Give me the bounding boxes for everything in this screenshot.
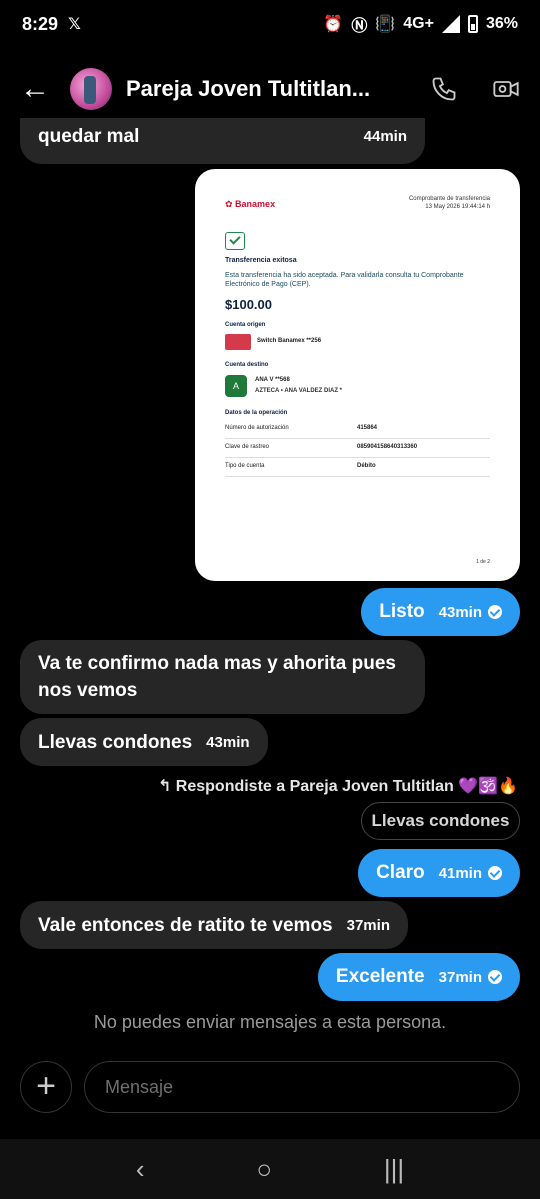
status-time: 8:29 (22, 13, 59, 34)
message-time: 37min (438, 968, 482, 986)
cannot-message-notice: No puedes enviar mensajes a esta persona… (93, 1012, 447, 1032)
transfer-receipt-image[interactable]: ✿ Banamex Comprobante de transferencia 1… (195, 169, 520, 581)
avatar[interactable] (70, 68, 112, 110)
receipt-header: Comprobante de transferencia 13 May 2026… (408, 196, 490, 210)
message-text: Claro (376, 862, 425, 883)
message-text: Va te confirmo nada mas y ahorita pues n… (38, 653, 396, 701)
receipt-amount: $100.00 (225, 297, 272, 312)
nav-back-icon[interactable]: ‹ (136, 1154, 145, 1185)
nfc-icon: Ⓝ (351, 18, 368, 35)
message-time: 44min (363, 127, 407, 145)
video-icon[interactable] (492, 75, 520, 103)
dest-name: ANA V **568 (255, 377, 290, 383)
message-composer: + (20, 1061, 520, 1113)
vibrate-icon: 📳 (375, 16, 396, 33)
contact-name[interactable]: Pareja Joven Tultitlan... (126, 76, 396, 102)
message-time: 43min (206, 733, 250, 751)
dest-label: Cuenta destino (225, 362, 269, 368)
read-check-icon (488, 605, 502, 619)
receipt-status-desc: Esta transferencia ha sido aceptada. Par… (225, 272, 464, 288)
receipt-status-title: Transferencia exitosa (225, 257, 297, 264)
read-check-icon (488, 866, 502, 880)
bank-logo: ✿ Banamex (225, 199, 276, 209)
quoted-message[interactable]: Llevas condones (361, 802, 520, 840)
receipt-row: Número de autorización 415864 (225, 419, 490, 439)
receipt-row: Clave de rastreo 085904158640313360 (225, 438, 490, 458)
alarm-icon: ⏰ (323, 16, 344, 33)
dest-initial-badge: A (225, 375, 247, 397)
message-incoming[interactable]: quedar mal 44min (20, 118, 425, 164)
status-bar: 8:29 𝕏 ⏰ Ⓝ 📳 4G+ 36% (0, 0, 540, 48)
success-check-icon (225, 232, 245, 250)
message-outgoing[interactable]: Claro 41min (358, 849, 520, 897)
read-check-icon (488, 970, 502, 984)
reply-note: ↰ Respondiste a Pareja Joven Tultitlan 💜… (157, 778, 518, 795)
message-incoming[interactable]: Llevas condones 43min (20, 718, 268, 766)
system-nav-bar: ‹ ○ ||| (0, 1139, 540, 1199)
nav-recents-icon[interactable]: ||| (384, 1154, 404, 1185)
battery-icon (467, 15, 478, 33)
message-text: Vale entonces de ratito te vemos (38, 914, 333, 936)
x-logo-icon: 𝕏 (68, 16, 81, 33)
add-attachment-button[interactable]: + (20, 1061, 72, 1113)
message-time: 43min (438, 603, 482, 621)
receipt-row: Tipo de cuenta Débito (225, 457, 490, 477)
message-outgoing[interactable]: Excelente 37min (317, 953, 520, 1001)
origin-account: Switch Banamex **256 (257, 338, 322, 344)
phone-icon[interactable] (430, 75, 458, 103)
message-time: 37min (346, 916, 390, 934)
battery-percent: 36% (485, 15, 518, 32)
message-input[interactable] (84, 1061, 520, 1113)
card-icon (225, 334, 251, 350)
nav-home-icon[interactable]: ○ (256, 1154, 272, 1185)
dest-bank: AZTECA • ANA VALDEZ DIAZ * (255, 388, 342, 394)
message-incoming[interactable]: Vale entonces de ratito te vemos 37min (20, 901, 408, 949)
chat-header: ← Pareja Joven Tultitlan... (0, 58, 540, 120)
message-incoming[interactable]: Va te confirmo nada mas y ahorita pues n… (20, 640, 425, 714)
receipt-page: 1 de 2 (476, 559, 490, 565)
message-text: Excelente (335, 966, 425, 987)
message-time: 41min (438, 864, 482, 882)
signal-icon (441, 15, 460, 33)
message-text: Llevas condones (38, 731, 193, 753)
message-outgoing[interactable]: Listo 43min (361, 588, 520, 636)
message-text: quedar mal (38, 125, 140, 147)
ops-label: Datos de la operación (225, 410, 288, 416)
message-text: Listo (379, 601, 425, 622)
network-label: 4G+ (403, 15, 434, 32)
back-arrow-icon[interactable]: ← (20, 72, 60, 106)
origin-label: Cuenta origen (225, 322, 266, 328)
